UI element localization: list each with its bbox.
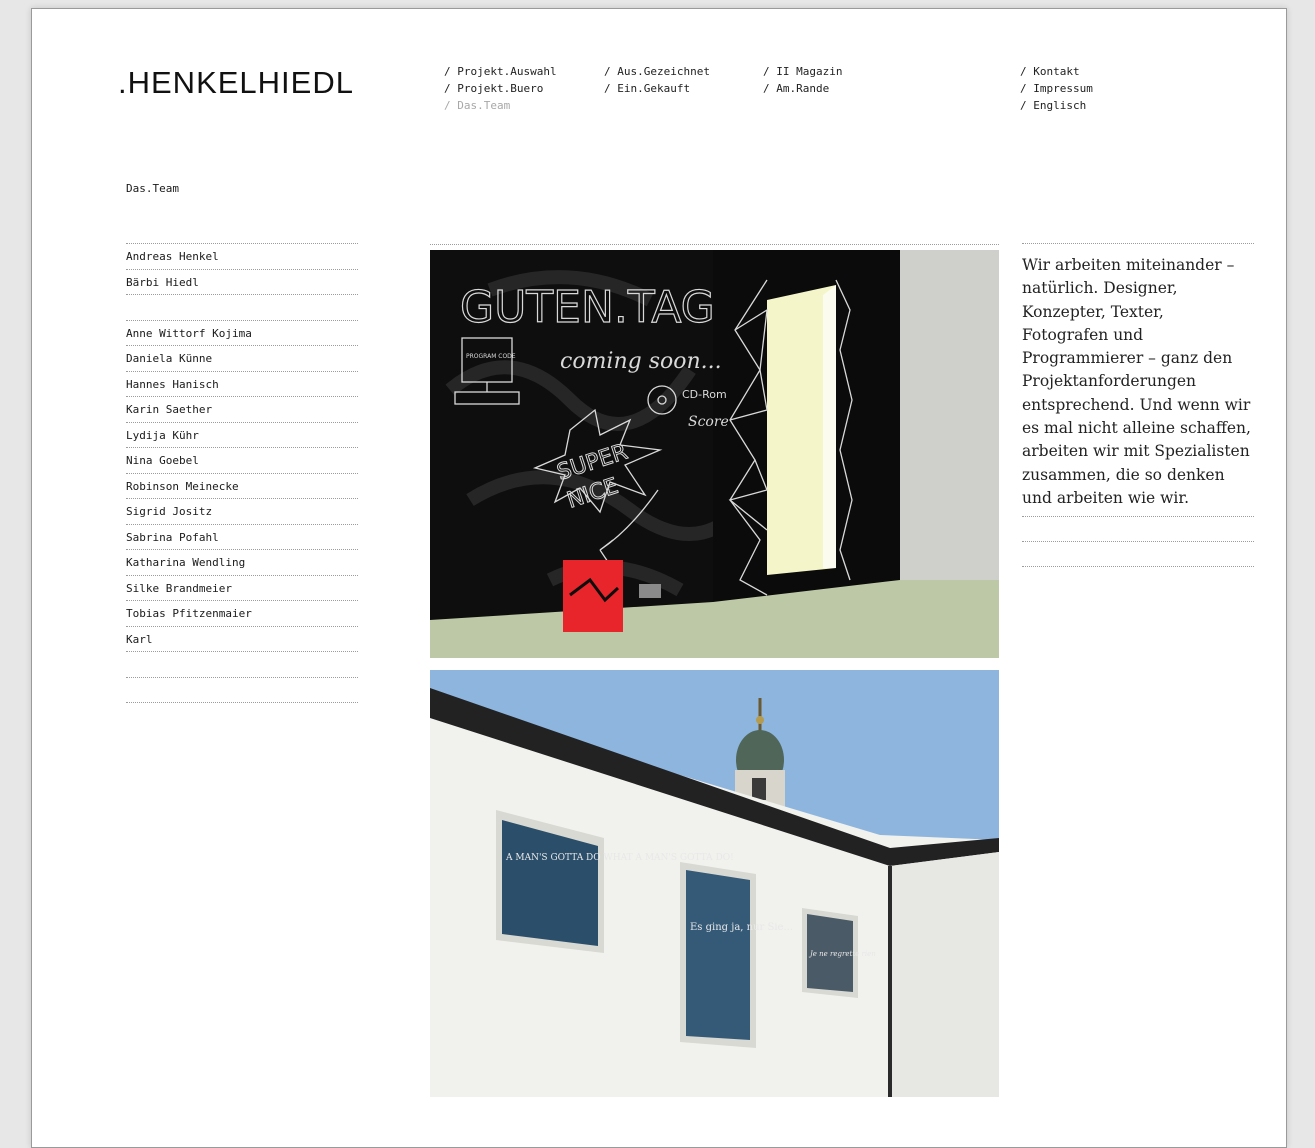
building-side-wall	[890, 852, 999, 1097]
team-member-name: Robinson Meinecke	[126, 479, 239, 493]
door-panel	[823, 285, 836, 568]
team-member[interactable]: Andreas Henkel	[126, 243, 358, 269]
list-divider	[126, 294, 358, 320]
window-1-text: A MAN'S GOTTA DO WHAT A MAN'S GOTTA DO!	[505, 853, 734, 863]
team-member-name: Lydija Kühr	[126, 428, 199, 442]
section-title: Das.Team	[126, 182, 179, 195]
nav-link-projekt-auswahl[interactable]: / Projekt.Auswahl	[444, 63, 557, 80]
team-member[interactable]: Sigrid Jositz	[126, 498, 358, 524]
team-member-name: Andreas Henkel	[126, 250, 219, 263]
team-member[interactable]: Karin Saether	[126, 396, 358, 422]
nav-link-kontakt[interactable]: / Kontakt	[1020, 63, 1093, 80]
team-member[interactable]: Daniela Künne	[126, 345, 358, 371]
team-member-name: Daniela Künne	[126, 352, 213, 365]
list-divider	[126, 702, 358, 703]
nav-link-projekt-buero[interactable]: / Projekt.Buero	[444, 80, 557, 97]
chalk-screen-text: PROGRAM CODE	[466, 353, 516, 360]
window-3-text: Je ne regrette rien	[808, 950, 876, 958]
team-member-name: Tobias Pfitzenmaier	[126, 607, 252, 620]
team-member[interactable]: Lydija Kühr	[126, 421, 358, 448]
team-member[interactable]: Hannes Hanisch	[126, 370, 358, 397]
wall-plug	[639, 584, 661, 598]
nav-link-aus-gezeichnet[interactable]: / Aus.Gezeichnet	[604, 63, 710, 80]
team-member-name: Nina Goebel	[126, 454, 199, 467]
building-exterior-photo: A MAN'S GOTTA DO WHAT A MAN'S GOTTA DO! …	[430, 670, 999, 1097]
nav-link-das-team[interactable]: / Das.Team	[444, 97, 557, 114]
building-exterior-illustration: A MAN'S GOTTA DO WHAT A MAN'S GOTTA DO! …	[430, 670, 999, 1097]
nav-column-3: / II Magazin / Am.Rande	[763, 63, 842, 97]
list-divider	[1022, 566, 1254, 591]
team-list: Andreas Henkel Bärbi Hiedl Anne Wittorf …	[126, 243, 358, 703]
team-member[interactable]: Tobias Pfitzenmaier	[126, 600, 358, 626]
intro-column: Wir arbeiten miteinander – natürlich. De…	[1022, 243, 1254, 591]
team-member-name: Silke Brandmeier	[126, 581, 232, 595]
red-sign	[563, 560, 623, 632]
team-member[interactable]: Nina Goebel	[126, 447, 358, 473]
nav-link-ein-gekauft[interactable]: / Ein.Gekauft	[604, 80, 710, 97]
team-member[interactable]: Katharina Wendling	[126, 549, 358, 575]
team-member-name: Karl	[126, 632, 153, 646]
team-member-name: Anne Wittorf Kojima	[126, 326, 252, 340]
white-wall	[900, 250, 999, 605]
team-member-name: Katharina Wendling	[126, 556, 246, 569]
chalk-title: GUTEN.TAG	[460, 282, 715, 333]
list-divider	[1022, 541, 1254, 566]
list-divider	[126, 651, 358, 677]
team-member-name: Karin Saether	[126, 403, 213, 416]
list-divider	[126, 676, 358, 703]
nav-link-ii-magazin[interactable]: / II Magazin	[763, 63, 842, 80]
team-member[interactable]: Anne Wittorf Kojima	[126, 319, 358, 346]
intro-text: Wir arbeiten miteinander – natürlich. De…	[1022, 256, 1251, 507]
team-member-name: Sabrina Pofahl	[126, 530, 219, 544]
page: .HENKELHIEDL / Projekt.Auswahl / Projekt…	[31, 8, 1287, 1148]
list-divider	[1022, 516, 1254, 541]
team-member[interactable]: Silke Brandmeier	[126, 574, 358, 601]
team-member[interactable]: Karl	[126, 625, 358, 652]
team-member[interactable]: Sabrina Pofahl	[126, 523, 358, 550]
nav-link-am-rande[interactable]: / Am.Rande	[763, 80, 842, 97]
chalk-cd-label: CD-Rom	[682, 388, 727, 401]
team-member[interactable]: Bärbi Hiedl	[126, 268, 358, 295]
office-chalkboard-illustration: GUTEN.TAG coming soon... PROGRAM CODE CD…	[430, 250, 999, 658]
team-member-name: Bärbi Hiedl	[126, 275, 199, 289]
team-member-name: Hannes Hanisch	[126, 377, 219, 391]
nav-column-4: / Kontakt / Impressum / Englisch	[1020, 63, 1093, 114]
chalk-score-label: Score	[688, 414, 729, 430]
chalk-subtitle: coming soon...	[560, 349, 722, 374]
nav-link-englisch[interactable]: / Englisch	[1020, 97, 1093, 114]
team-member[interactable]: Robinson Meinecke	[126, 472, 358, 499]
divider-line	[430, 244, 999, 245]
site-logo[interactable]: .HENKELHIEDL	[118, 65, 354, 101]
nav-link-impressum[interactable]: / Impressum	[1020, 80, 1093, 97]
window-2-text: Es ging ja, nur Sie...	[690, 922, 793, 933]
office-chalkboard-photo: GUTEN.TAG coming soon... PROGRAM CODE CD…	[430, 250, 999, 658]
nav-column-1: / Projekt.Auswahl / Projekt.Buero / Das.…	[444, 63, 557, 114]
nav-column-2: / Aus.Gezeichnet / Ein.Gekauft	[604, 63, 710, 97]
team-member-name: Sigrid Jositz	[126, 505, 213, 518]
